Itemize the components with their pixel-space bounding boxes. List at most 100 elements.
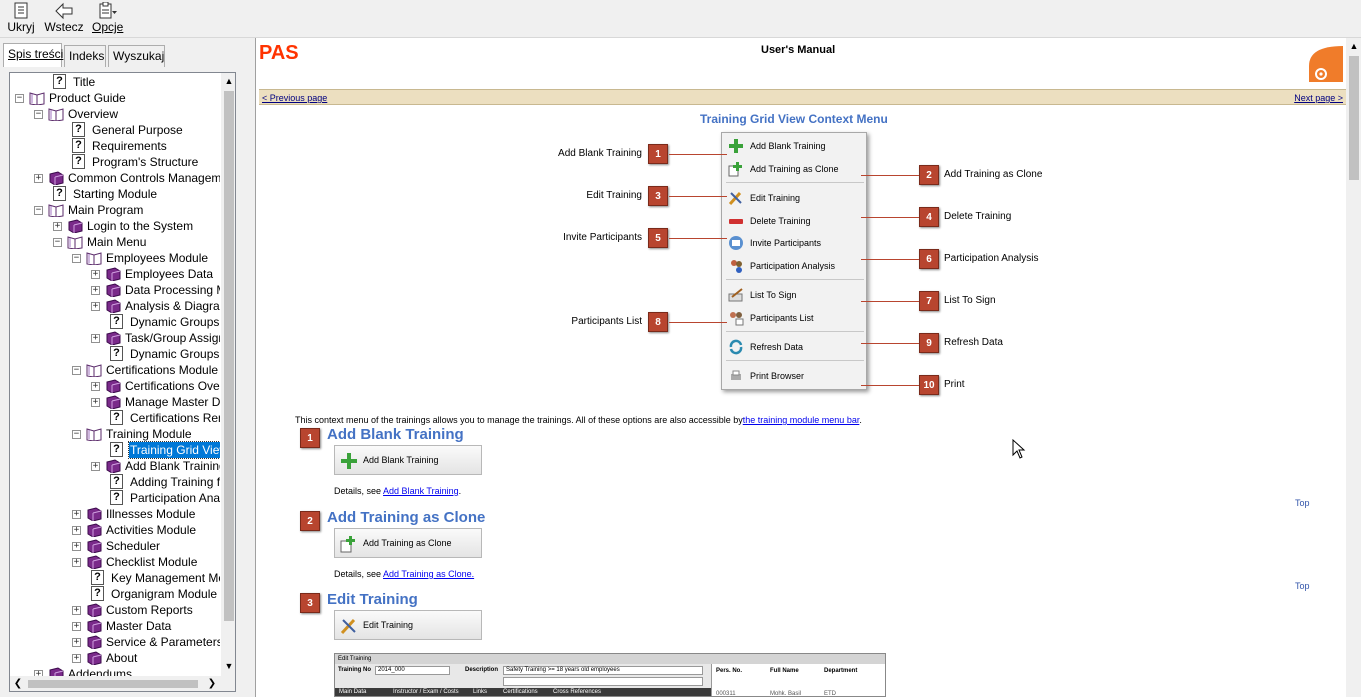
expand-icon[interactable]: +: [72, 558, 81, 567]
collapse-icon[interactable]: −: [72, 430, 81, 439]
expand-icon[interactable]: +: [72, 510, 81, 519]
expand-icon[interactable]: +: [91, 270, 100, 279]
content-scroll-thumb[interactable]: [1349, 56, 1359, 180]
section-badge: 2: [300, 511, 320, 531]
tree-item[interactable]: + Master Data: [10, 618, 220, 634]
tree-scroll-thumb[interactable]: [224, 91, 234, 621]
tab-contents[interactable]: Spis treści: [3, 43, 63, 67]
tree-hscroll-thumb[interactable]: [28, 680, 198, 688]
tree-item[interactable]: + Data Processing Mo: [10, 282, 220, 298]
screenshot-description-field: Safety Training >= 18 years old employee…: [503, 666, 703, 675]
tree-item[interactable]: − Overview: [10, 106, 220, 122]
expand-icon[interactable]: +: [91, 286, 100, 295]
collapse-icon[interactable]: −: [34, 206, 43, 215]
expand-icon[interactable]: +: [72, 542, 81, 551]
mail-icon: [729, 236, 743, 250]
section-details: Details, see Add Blank Training.: [334, 486, 461, 496]
expand-icon[interactable]: +: [72, 526, 81, 535]
tree-item[interactable]: ? Organigram Module: [10, 586, 220, 602]
tree-item[interactable]: + Common Controls Management: [10, 170, 220, 186]
top-link[interactable]: Top: [1295, 498, 1310, 508]
tree-item[interactable]: + Service & Parameters: [10, 634, 220, 650]
tree-item[interactable]: + Certifications Overv: [10, 378, 220, 394]
tree-item-label: Main Program: [68, 203, 144, 217]
details-link[interactable]: Add Training as Clone.: [383, 569, 474, 579]
collapse-icon[interactable]: −: [53, 238, 62, 247]
hide-button[interactable]: Ukryj: [6, 0, 36, 38]
tree-item[interactable]: + Scheduler: [10, 538, 220, 554]
tree-item-label: Dynamic Groups: [130, 315, 220, 329]
tree-item[interactable]: + Task/Group Assign: [10, 330, 220, 346]
tree-item[interactable]: ? Training Grid View C: [10, 441, 220, 459]
tree-item[interactable]: + Activities Module: [10, 522, 220, 538]
expand-icon[interactable]: +: [72, 606, 81, 615]
scroll-right-icon[interactable]: ❯: [204, 676, 220, 691]
collapse-icon[interactable]: −: [72, 366, 81, 375]
next-page-link[interactable]: Next page >: [1294, 93, 1343, 103]
expand-icon[interactable]: +: [72, 654, 81, 663]
collapse-icon[interactable]: −: [34, 110, 43, 119]
tree-item[interactable]: − Training Module: [10, 426, 220, 442]
tree-item[interactable]: + Manage Master Dat: [10, 394, 220, 410]
tree-item[interactable]: ? Title: [10, 74, 220, 90]
expand-icon[interactable]: +: [72, 638, 81, 647]
tree-item[interactable]: + Checklist Module: [10, 554, 220, 570]
content-vertical-scrollbar[interactable]: ▲: [1346, 38, 1361, 697]
content-scroll-up-icon[interactable]: ▲: [1346, 38, 1361, 54]
expand-icon[interactable]: +: [72, 622, 81, 631]
details-link[interactable]: Add Blank Training: [383, 486, 459, 496]
previous-page-link[interactable]: < Previous page: [262, 93, 327, 103]
tree-item[interactable]: − Employees Module: [10, 250, 220, 266]
tree-item[interactable]: − Product Guide: [10, 90, 220, 106]
tree-item[interactable]: − Main Program: [10, 202, 220, 218]
tab-index[interactable]: Indeks: [64, 45, 106, 67]
tree-item[interactable]: ? Certifications Remin: [10, 410, 220, 426]
expand-icon[interactable]: +: [91, 302, 100, 311]
scroll-down-icon[interactable]: ▼: [221, 658, 235, 674]
collapse-icon[interactable]: −: [15, 94, 24, 103]
collapse-icon[interactable]: −: [72, 254, 81, 263]
expand-icon[interactable]: +: [91, 462, 100, 471]
options-button[interactable]: Opcje: [92, 0, 123, 38]
tree-item[interactable]: + Custom Reports: [10, 602, 220, 618]
tree-item[interactable]: + Analysis & Diagrams: [10, 298, 220, 314]
tree-item[interactable]: − Main Menu: [10, 234, 220, 250]
scroll-left-icon[interactable]: ❮: [10, 676, 26, 691]
menu-bar-link[interactable]: the training module menu bar: [743, 415, 860, 425]
expand-icon[interactable]: +: [53, 222, 62, 231]
tree-item[interactable]: + Login to the System: [10, 218, 220, 234]
expand-icon[interactable]: +: [91, 382, 100, 391]
tree-item[interactable]: ? Requirements: [10, 138, 220, 154]
tree-item[interactable]: + About: [10, 650, 220, 666]
callout-line: [861, 175, 919, 176]
screenshot-tab: Certifications: [503, 689, 538, 695]
tree-item[interactable]: ? Participation Analys: [10, 490, 220, 506]
tree-item[interactable]: ? Program's Structure: [10, 154, 220, 170]
expand-icon[interactable]: +: [91, 398, 100, 407]
callout-badge: 6: [919, 249, 939, 269]
tree-item[interactable]: ? Dynamic Groups Mo: [10, 346, 220, 362]
tree-item[interactable]: + Add Blank Training: [10, 458, 220, 474]
scroll-up-icon[interactable]: ▲: [221, 73, 235, 89]
tab-search[interactable]: Wyszukaj: [108, 45, 165, 67]
back-button[interactable]: Wstecz: [44, 0, 84, 38]
tree-item[interactable]: ? Starting Module: [10, 186, 220, 202]
company-logo-icon: [1309, 46, 1343, 82]
callout-badge: 9: [919, 333, 939, 353]
tree-item[interactable]: ? Key Management Modu: [10, 570, 220, 586]
tree-item[interactable]: − Certifications Module: [10, 362, 220, 378]
top-link[interactable]: Top: [1295, 581, 1310, 591]
tree-item-label: Login to the System: [87, 219, 194, 233]
expand-icon[interactable]: +: [91, 334, 100, 343]
tree-item[interactable]: + Illnesses Module: [10, 506, 220, 522]
closed-book-icon: [68, 219, 83, 233]
tree-item[interactable]: ? Dynamic Groups: [10, 314, 220, 330]
callout-line: [669, 154, 727, 155]
tree-item[interactable]: ? General Purpose: [10, 122, 220, 138]
tree-item[interactable]: ? Adding Training fron: [10, 474, 220, 490]
tree-horizontal-scrollbar[interactable]: ❮ ❯: [10, 676, 235, 691]
expand-icon[interactable]: +: [34, 174, 43, 183]
tree-item[interactable]: + Employees Data: [10, 266, 220, 282]
tree-vertical-scrollbar[interactable]: ▲ ▼: [221, 73, 235, 678]
section-button-image: Add Blank Training: [334, 445, 482, 475]
